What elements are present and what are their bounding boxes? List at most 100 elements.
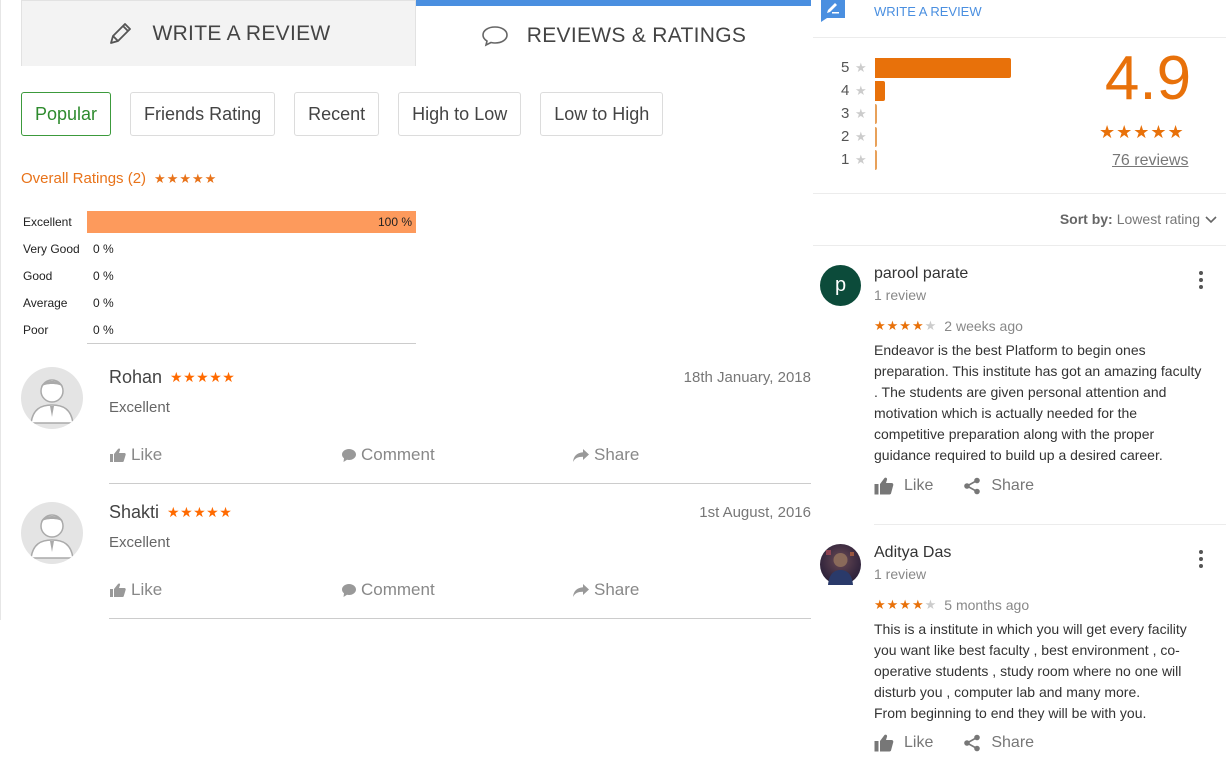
reviewer-name[interactable]: Shakti ★★★★★ bbox=[109, 502, 232, 523]
reviewer-review-count: 1 review bbox=[874, 287, 927, 303]
filter-bar: Popular Friends Rating Recent High to Lo… bbox=[21, 92, 682, 136]
comment-icon bbox=[342, 448, 356, 462]
reviewer-name[interactable]: Rohan ★★★★★ bbox=[109, 367, 235, 388]
star-icon: ★ bbox=[855, 82, 867, 98]
review-tabs: WRITE A REVIEW REVIEWS & RATINGS bbox=[21, 0, 811, 66]
avatar[interactable]: p bbox=[820, 265, 861, 306]
like-button[interactable]: Like bbox=[109, 580, 162, 600]
distribution-label: Very Good bbox=[23, 241, 80, 256]
more-vert-icon bbox=[1199, 550, 1203, 568]
profile-photo-icon bbox=[826, 550, 854, 585]
user-silhouette-icon bbox=[30, 514, 74, 559]
distribution-label: Poor bbox=[23, 322, 49, 337]
distribution-label: Excellent bbox=[23, 214, 72, 229]
review-item: Shakti ★★★★★ 1st August, 2016 Excellent … bbox=[21, 502, 811, 637]
overall-stars: ★★★★★ bbox=[154, 170, 218, 186]
review-text: Excellent bbox=[109, 399, 170, 416]
like-button[interactable]: Like bbox=[874, 734, 933, 752]
comment-button[interactable]: Comment bbox=[341, 580, 435, 600]
review-date: 18th January, 2018 bbox=[683, 369, 811, 386]
reviewer-review-count: 1 review bbox=[874, 566, 927, 582]
distribution-label: Good bbox=[23, 268, 53, 283]
distribution-row: Good 0 % bbox=[21, 262, 416, 289]
review-divider bbox=[874, 524, 1226, 525]
review-count-link[interactable]: 76 reviews bbox=[1112, 152, 1188, 170]
rating-distribution: Excellent 100 % Very Good 0 % Good 0 % A… bbox=[21, 208, 416, 343]
star-icon: ★ bbox=[855, 128, 867, 144]
write-review-label[interactable]: WRITE A REVIEW bbox=[874, 4, 982, 19]
tab-write-review-label: WRITE A REVIEW bbox=[152, 21, 331, 45]
thumbs-up-icon bbox=[110, 583, 126, 597]
more-options-button[interactable] bbox=[1197, 548, 1205, 575]
share-icon bbox=[964, 734, 981, 752]
distribution-percent: 0 % bbox=[93, 295, 114, 310]
reviewer-name[interactable]: Aditya Das bbox=[874, 544, 951, 562]
comment-button[interactable]: Comment bbox=[341, 445, 435, 465]
histogram-level: 1 bbox=[841, 151, 850, 168]
avatar bbox=[21, 502, 83, 564]
filter-low-to-high-button[interactable]: Low to High bbox=[540, 92, 664, 136]
histogram-bar bbox=[875, 150, 877, 170]
share-button[interactable]: Share bbox=[963, 734, 1034, 752]
tab-write-review[interactable]: WRITE A REVIEW bbox=[21, 0, 416, 66]
star-icon: ★ bbox=[855, 105, 867, 121]
reviewer-name-text: Shakti bbox=[109, 502, 160, 522]
like-button[interactable]: Like bbox=[874, 477, 933, 495]
histogram-row: 2 ★ bbox=[841, 125, 877, 148]
tab-reviews-ratings[interactable]: REVIEWS & RATINGS bbox=[416, 0, 811, 66]
share-arrow-icon bbox=[573, 448, 589, 462]
sort-dropdown[interactable]: Sort by: Lowest rating bbox=[1060, 211, 1218, 227]
share-button[interactable]: Share bbox=[572, 445, 639, 465]
review-divider bbox=[109, 483, 811, 484]
overall-ratings-label: Overall Ratings (2) bbox=[21, 170, 147, 187]
filter-high-to-low-button[interactable]: High to Low bbox=[398, 92, 522, 136]
distribution-row: Excellent 100 % bbox=[21, 208, 416, 235]
review-item: Rohan ★★★★★ 18th January, 2018 Excellent… bbox=[21, 367, 811, 502]
histogram-bar bbox=[875, 58, 1011, 78]
share-button[interactable]: Share bbox=[572, 580, 639, 600]
histogram-bar bbox=[875, 127, 877, 147]
average-stars: ★★★★★ bbox=[1099, 122, 1185, 142]
thumbs-up-icon bbox=[110, 448, 126, 462]
average-score: 4.9 bbox=[1104, 44, 1192, 113]
more-options-button[interactable] bbox=[1197, 269, 1205, 296]
review-actions: Like Comment Share bbox=[109, 580, 811, 604]
comment-icon bbox=[342, 583, 356, 597]
write-review-link[interactable] bbox=[821, 0, 845, 22]
review-time: 2 weeks ago bbox=[944, 318, 1023, 334]
share-icon bbox=[964, 477, 981, 495]
share-arrow-icon bbox=[573, 583, 589, 597]
speech-bubble-icon bbox=[481, 24, 509, 48]
distribution-percent: 0 % bbox=[93, 241, 114, 256]
review-time: 5 months ago bbox=[944, 597, 1030, 613]
share-button[interactable]: Share bbox=[963, 477, 1034, 495]
summary-divider bbox=[813, 193, 1226, 194]
like-button[interactable]: Like bbox=[109, 445, 162, 465]
review-rating: ★★★★ ★ 2 weeks ago bbox=[874, 318, 1023, 334]
review-actions: Like Share bbox=[874, 734, 1064, 752]
distribution-row: Poor 0 % bbox=[21, 316, 416, 343]
review-text: Excellent bbox=[109, 534, 170, 551]
header-divider bbox=[813, 37, 1226, 38]
stars-empty: ★ bbox=[924, 318, 937, 333]
filter-recent-button[interactable]: Recent bbox=[294, 92, 380, 136]
google-reviews-panel: WRITE A REVIEW 5 ★ 4 ★ 3 ★ 2 ★ 1 ★ 4.9 ★★★★★ … bbox=[813, 0, 1230, 759]
histogram-row: 1 ★ bbox=[841, 148, 877, 171]
filter-popular-button[interactable]: Popular bbox=[21, 92, 112, 136]
review-stars: ★★★★★ bbox=[170, 369, 236, 385]
more-vert-icon bbox=[1199, 271, 1203, 289]
user-silhouette-icon bbox=[30, 379, 74, 424]
histogram-level: 2 bbox=[841, 128, 850, 145]
reviewer-name-text: Rohan bbox=[109, 367, 163, 387]
distribution-bar: 100 % bbox=[87, 210, 416, 233]
stars-filled: ★★★★ bbox=[874, 318, 925, 333]
histogram-level: 4 bbox=[841, 82, 850, 99]
distribution-percent: 0 % bbox=[93, 322, 114, 337]
distribution-row: Average 0 % bbox=[21, 289, 416, 316]
distribution-label: Average bbox=[23, 295, 68, 310]
reviewer-name[interactable]: parool parate bbox=[874, 265, 968, 283]
avatar[interactable] bbox=[820, 544, 861, 585]
review-stars: ★★★★★ bbox=[167, 504, 233, 520]
filter-friends-rating-button[interactable]: Friends Rating bbox=[130, 92, 276, 136]
overall-ratings: Overall Ratings (2) ★★★★★ bbox=[21, 170, 217, 187]
